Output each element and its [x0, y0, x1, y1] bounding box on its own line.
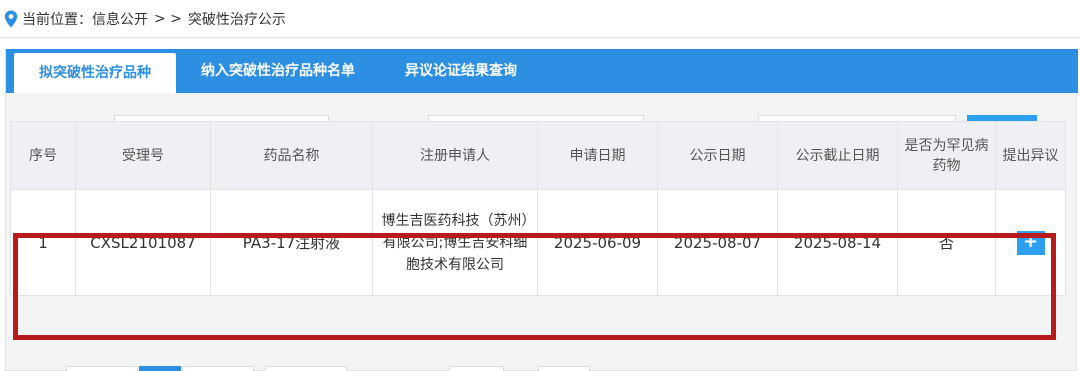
results-table: 序号 受理号 药品名称 注册申请人 申请日期 公示日期 公示截止日期 是否为罕见…	[10, 121, 1066, 296]
breadcrumb-current: 突破性治疗公示	[187, 11, 286, 28]
pagination-size[interactable]	[265, 366, 347, 371]
location-pin-icon	[4, 10, 18, 27]
tab-proposed-breakthrough[interactable]: 拟突破性治疗品种	[14, 53, 176, 93]
header-rare-disease: 是否为罕见病药物	[897, 121, 996, 190]
cell-index: 1	[10, 189, 76, 296]
header-apply-date: 申请日期	[537, 121, 658, 190]
cell-rare-disease: 否	[897, 189, 996, 296]
header-applicant: 注册申请人	[372, 121, 538, 190]
cell-apply-date: 2025-06-09	[537, 189, 658, 296]
breadcrumb: 当前位置：信息公开 > > 突破性治疗公示	[0, 0, 1080, 38]
cell-drug-name: PA3-17注射液	[210, 189, 373, 296]
tab-objection-results[interactable]: 异议论证结果查询	[380, 49, 542, 93]
table-row: 1 CXSL2101087 PA3-17注射液 博生吉医药科技（苏州）有限公司;…	[10, 189, 1066, 296]
breadcrumb-separator: > >	[154, 10, 182, 27]
pagination-prev[interactable]	[66, 366, 138, 371]
pagination-next[interactable]	[182, 366, 254, 371]
cell-objection: +	[995, 189, 1066, 296]
header-deadline: 公示截止日期	[777, 121, 898, 190]
header-publish-date: 公示日期	[657, 121, 778, 190]
header-index: 序号	[10, 121, 76, 190]
header-drug-name: 药品名称	[210, 121, 373, 190]
pagination-current-page[interactable]	[139, 366, 181, 371]
raise-objection-button[interactable]: +	[1016, 230, 1045, 255]
cell-applicant: 博生吉医药科技（苏州）有限公司;博生吉安科细胞技术有限公司	[372, 189, 538, 296]
pagination	[0, 366, 1080, 371]
header-accept-no: 受理号	[75, 121, 211, 190]
cell-publish-date: 2025-08-07	[657, 189, 778, 296]
cell-deadline: 2025-08-14	[777, 189, 898, 296]
tab-bar: 拟突破性治疗品种 纳入突破性治疗品种名单 异议论证结果查询	[6, 49, 1078, 93]
tab-included-breakthrough[interactable]: 纳入突破性治疗品种名单	[176, 49, 380, 93]
table-header-row: 序号 受理号 药品名称 注册申请人 申请日期 公示日期 公示截止日期 是否为罕见…	[10, 121, 1066, 190]
pagination-go[interactable]	[538, 366, 590, 371]
pagination-jump-input[interactable]	[449, 366, 504, 371]
cell-accept-no: CXSL2101087	[75, 189, 211, 296]
breadcrumb-location[interactable]: 当前位置：信息公开	[22, 9, 148, 29]
header-objection: 提出异议	[995, 121, 1066, 190]
